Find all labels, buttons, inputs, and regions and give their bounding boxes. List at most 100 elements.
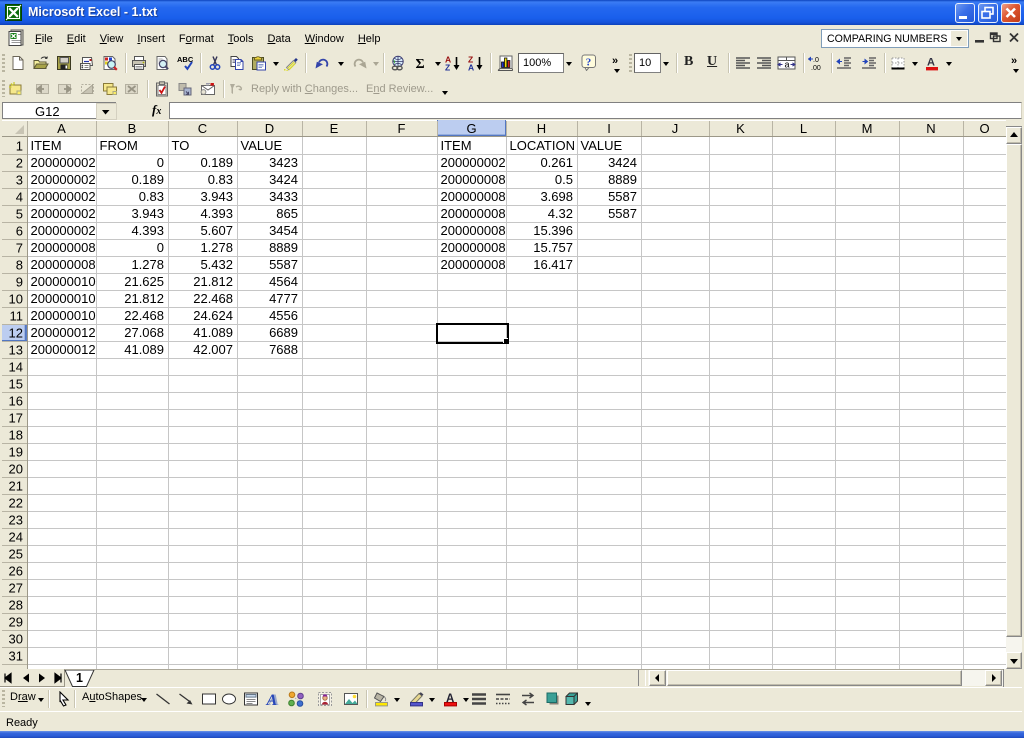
svg-text:5: 5 <box>16 207 23 222</box>
svg-text:A: A <box>57 121 66 136</box>
svg-text:2: 2 <box>16 156 23 171</box>
svg-text:200000012: 200000012 <box>31 325 96 340</box>
svg-text:A: A <box>927 57 935 69</box>
svg-text:0.83: 0.83 <box>208 172 233 187</box>
svg-text:.00: .00 <box>811 65 821 71</box>
svg-text:200000008: 200000008 <box>441 257 506 272</box>
svg-text:200000008: 200000008 <box>441 223 506 238</box>
svg-text:FROM: FROM <box>100 138 138 153</box>
svg-text:200000002: 200000002 <box>31 223 96 238</box>
svg-text:5.432: 5.432 <box>200 257 233 272</box>
svg-text:A: A <box>468 63 474 72</box>
svg-text:6: 6 <box>16 224 23 239</box>
svg-text:200000002: 200000002 <box>31 206 96 221</box>
svg-text:J: J <box>672 121 679 136</box>
svg-text:200000008: 200000008 <box>31 240 96 255</box>
svg-text:0: 0 <box>157 155 164 170</box>
svg-text:15: 15 <box>9 377 23 392</box>
svg-text:4777: 4777 <box>269 291 298 306</box>
svg-text:B: B <box>128 121 137 136</box>
svg-text:3424: 3424 <box>269 172 298 187</box>
svg-text:26: 26 <box>9 564 23 579</box>
svg-text:20: 20 <box>9 462 23 477</box>
svg-text:42.007: 42.007 <box>193 342 233 357</box>
svg-text:22.468: 22.468 <box>124 308 164 323</box>
svg-text:N: N <box>926 121 935 136</box>
svg-text:0: 0 <box>157 240 164 255</box>
svg-text:4.393: 4.393 <box>200 206 233 221</box>
svg-text:21.812: 21.812 <box>193 274 233 289</box>
svg-text:41.089: 41.089 <box>124 342 164 357</box>
svg-text:7: 7 <box>16 241 23 256</box>
svg-text:12: 12 <box>9 326 23 341</box>
svg-text:9: 9 <box>16 275 23 290</box>
svg-text:3.943: 3.943 <box>200 189 233 204</box>
svg-text:15.757: 15.757 <box>533 240 573 255</box>
svg-text:5587: 5587 <box>269 257 298 272</box>
svg-text:8: 8 <box>16 258 23 273</box>
svg-text:27: 27 <box>9 581 23 596</box>
svg-text:3.943: 3.943 <box>131 206 164 221</box>
svg-text:3433: 3433 <box>269 189 298 204</box>
svg-text:11: 11 <box>10 309 24 324</box>
svg-text:0.189: 0.189 <box>200 155 233 170</box>
svg-text:0.5: 0.5 <box>555 172 573 187</box>
svg-text:24.624: 24.624 <box>193 308 233 323</box>
svg-text:13: 13 <box>9 343 23 358</box>
svg-text:a: a <box>785 60 790 70</box>
svg-text:19: 19 <box>9 445 23 460</box>
svg-text:LOCATION: LOCATION <box>510 138 576 153</box>
svg-text:16.417: 16.417 <box>533 257 573 272</box>
svg-text:ITEM: ITEM <box>31 138 62 153</box>
svg-text:ITEM: ITEM <box>441 138 472 153</box>
svg-text:D: D <box>265 121 274 136</box>
svg-text:5587: 5587 <box>608 206 637 221</box>
svg-text:8889: 8889 <box>269 240 298 255</box>
svg-text:I: I <box>607 121 611 136</box>
svg-text:0.83: 0.83 <box>139 189 164 204</box>
svg-text:200000008: 200000008 <box>441 240 506 255</box>
svg-text:200000002: 200000002 <box>31 172 96 187</box>
svg-text:16: 16 <box>9 394 23 409</box>
svg-text:0.261: 0.261 <box>540 155 573 170</box>
svg-text:17: 17 <box>9 411 23 426</box>
svg-text:865: 865 <box>276 206 298 221</box>
svg-text:4.393: 4.393 <box>131 223 164 238</box>
svg-text:21.812: 21.812 <box>124 291 164 306</box>
svg-text:0.189: 0.189 <box>131 172 164 187</box>
svg-text:TO: TO <box>172 138 190 153</box>
svg-text:200000008: 200000008 <box>441 189 506 204</box>
svg-text:200000008: 200000008 <box>441 206 506 221</box>
svg-text:23: 23 <box>9 513 23 528</box>
svg-text:31: 31 <box>9 649 23 664</box>
svg-text:1.278: 1.278 <box>131 257 164 272</box>
svg-text:41.089: 41.089 <box>193 325 233 340</box>
svg-text:8889: 8889 <box>608 172 637 187</box>
svg-text:E: E <box>330 121 339 136</box>
svg-text:O: O <box>979 121 989 136</box>
svg-text:G: G <box>466 121 476 136</box>
svg-text:27.068: 27.068 <box>124 325 164 340</box>
svg-text:30: 30 <box>9 632 23 647</box>
svg-text:H: H <box>537 121 546 136</box>
svg-text:5587: 5587 <box>608 189 637 204</box>
svg-text:3.698: 3.698 <box>540 189 573 204</box>
svg-text:.0: .0 <box>813 57 819 64</box>
svg-text:VALUE: VALUE <box>581 138 623 153</box>
svg-text:3423: 3423 <box>269 155 298 170</box>
svg-text:F: F <box>398 121 406 136</box>
svg-text:A: A <box>266 692 278 707</box>
svg-text:14: 14 <box>9 360 23 375</box>
svg-text:200000002: 200000002 <box>31 155 96 170</box>
svg-text:M: M <box>862 121 873 136</box>
svg-text:C: C <box>198 121 207 136</box>
svg-text:4: 4 <box>16 190 23 205</box>
svg-text:5.607: 5.607 <box>200 223 233 238</box>
svg-text:10: 10 <box>9 292 23 307</box>
svg-text:200000008: 200000008 <box>31 257 96 272</box>
svg-text:200000002: 200000002 <box>31 189 96 204</box>
svg-text:Z: Z <box>445 63 450 72</box>
svg-text:Σ: Σ <box>416 57 425 71</box>
svg-text:4.32: 4.32 <box>548 206 573 221</box>
svg-text:18: 18 <box>9 428 23 443</box>
